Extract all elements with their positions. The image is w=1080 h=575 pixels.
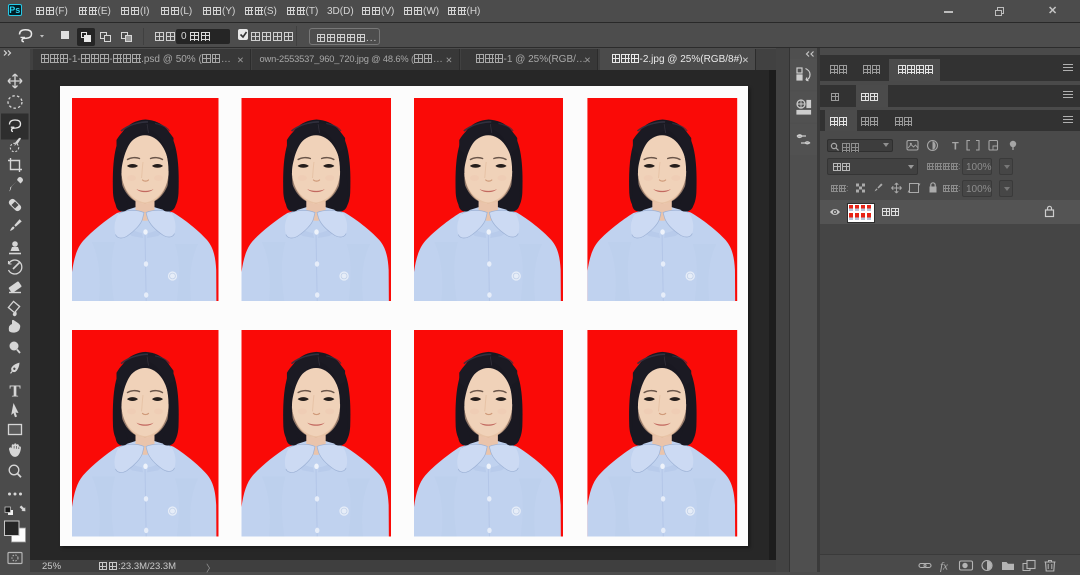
svg-text:T: T bbox=[952, 141, 959, 153]
svg-text:T: T bbox=[9, 382, 21, 401]
svg-text:fx: fx bbox=[940, 560, 948, 572]
